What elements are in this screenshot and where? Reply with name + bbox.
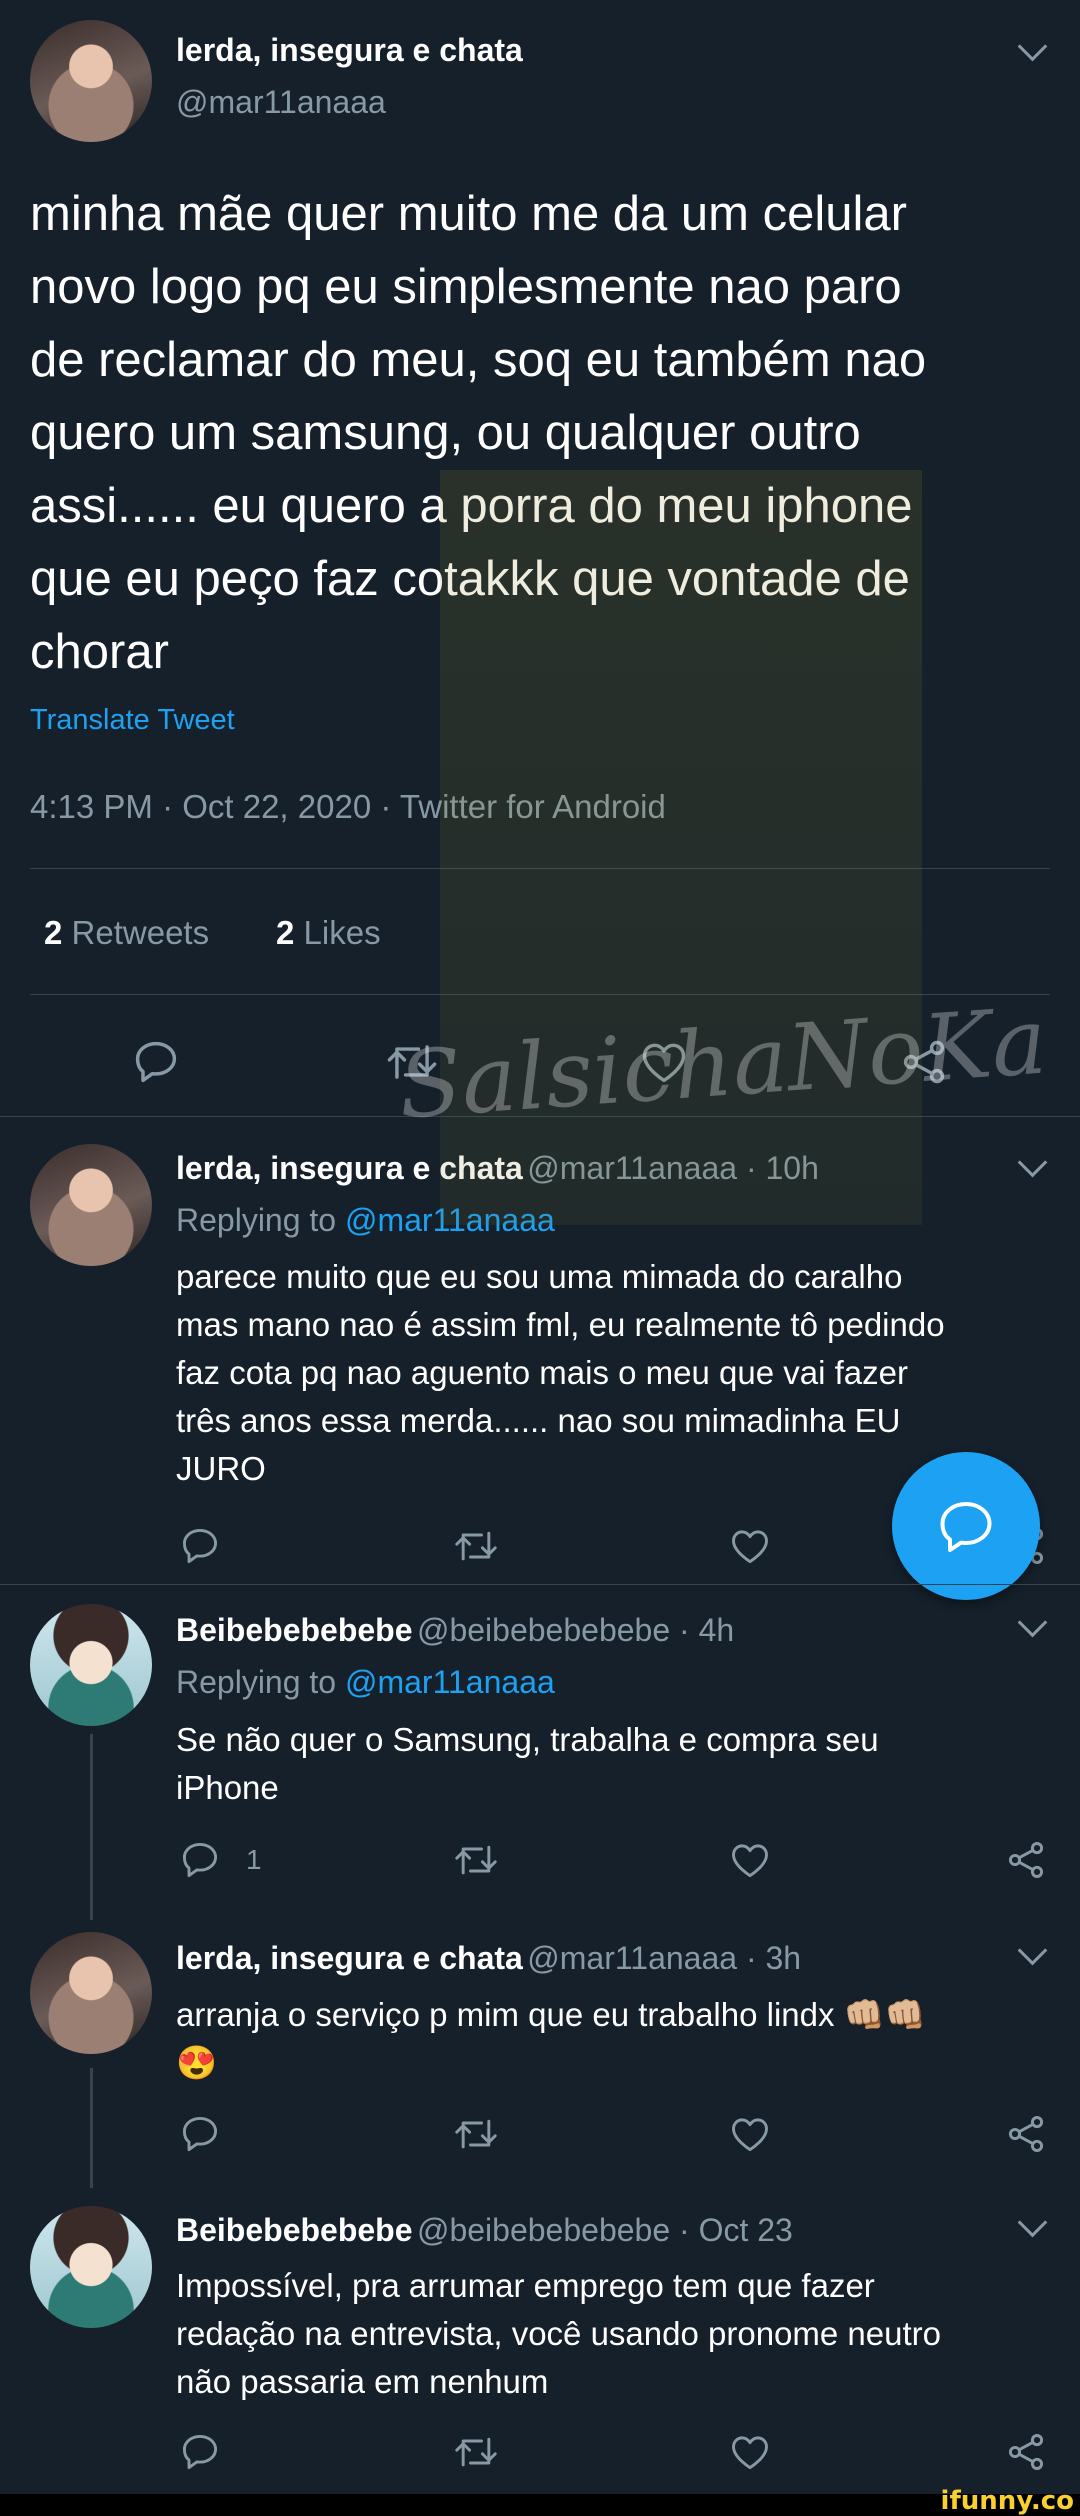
main-tweet-avatar[interactable] [30,20,152,142]
reply-text-line: Se não quer o Samsung, trabalha e compra… [176,1721,879,1758]
main-tweet-handle[interactable]: @mar11anaaa [176,84,386,121]
likes-count: 2 [276,914,295,951]
reply-header: lerda, insegura e chata @mar11anaaa · 3h [176,1940,801,1977]
reply-icon[interactable] [178,1838,222,1882]
replying-to: Replying to @mar11anaaa [176,1664,555,1701]
like-icon[interactable] [728,2430,772,2474]
replying-to-prefix: Replying to [176,1202,337,1238]
main-tweet-text-line: novo logo pq eu simplesmente nao paro [30,260,902,314]
reply-text-line: faz cota pq nao aguento mais o meu que v… [176,1354,908,1391]
reply-icon[interactable] [178,2430,222,2474]
retweet-icon[interactable] [452,1838,500,1882]
chevron-down-icon[interactable] [1017,1607,1048,1638]
reply-display-name[interactable]: lerda, insegura e chata [176,1940,523,1976]
reply-count: 1 [246,1844,262,1875]
share-icon[interactable] [1004,2430,1048,2474]
reply-text: parece muito que eu sou uma mimada do ca… [176,1253,945,1493]
thread-line [90,2068,93,2188]
reply-text-line: não passaria em nenhum [176,2363,549,2400]
reply-bubble-icon [940,1502,992,1552]
retweet-icon[interactable] [452,1524,500,1568]
footer-bar [0,2494,1080,2516]
reply-text: Impossível, pra arrumar emprego tem que … [176,2262,941,2406]
reply-text-line: Impossível, pra arrumar emprego tem que … [176,2267,875,2304]
divider [0,1584,1080,1585]
reply-avatar[interactable] [30,1932,152,2054]
reply-icon[interactable] [130,1036,182,1088]
retweet-icon[interactable] [452,2112,500,2156]
main-tweet-text-line: quero um samsung, ou qualquer outro [30,406,861,460]
reply-header: Beibebebebebe @beibebebebebe · Oct 23 [176,2212,793,2249]
reply-avatar[interactable] [30,2206,152,2328]
reply-display-name[interactable]: Beibebebebebe [176,1612,413,1648]
reply-display-name[interactable]: Beibebebebebe [176,2212,413,2248]
reply-text-line: parece muito que eu sou uma mimada do ca… [176,1258,903,1295]
reply-icon[interactable] [178,1524,222,1568]
chevron-down-icon[interactable] [1017,2207,1048,2238]
reply-handle-time[interactable]: @mar11anaaa · 3h [527,1940,801,1976]
reply-handle-time[interactable]: @beibebebebebe · Oct 23 [417,2212,793,2248]
compose-reply-button[interactable] [892,1452,1040,1600]
share-icon[interactable] [1004,1838,1048,1882]
reply-text-line: JURO [176,1450,266,1487]
replying-to-prefix: Replying to [176,1664,337,1700]
main-tweet-display-name[interactable]: lerda, insegura e chata [176,32,523,69]
reply-text-line: iPhone [176,1769,279,1806]
like-icon[interactable] [728,1524,772,1568]
reply-text: Se não quer o Samsung, trabalha e compra… [176,1716,879,1812]
reply-text: arranja o serviço p mim que eu trabalho … [176,1991,926,2087]
retweets-stat[interactable]: 2 Retweets [44,914,209,952]
reply-avatar[interactable] [30,1604,152,1726]
share-icon[interactable] [1004,2112,1048,2156]
like-icon[interactable] [728,2112,772,2156]
reply-text-line: redação na entrevista, você usando prono… [176,2315,941,2352]
chevron-down-icon[interactable] [1017,1935,1048,1966]
retweets-label: Retweets [71,914,210,951]
main-tweet-text-line: de reclamar do meu, soq eu também nao [30,333,927,387]
reply-text-line: 😍 [176,2044,218,2081]
reply-icon[interactable] [178,2112,222,2156]
translate-tweet-link[interactable]: Translate Tweet [30,704,235,737]
thread-line [90,1734,93,1920]
likes-label: Likes [303,914,381,951]
like-icon[interactable] [728,1838,772,1882]
main-tweet-text-line: minha mãe quer muito me da um celular [30,187,907,241]
retweet-icon[interactable] [452,2430,500,2474]
reply-avatar[interactable] [30,1144,152,1266]
chevron-down-icon[interactable] [1017,1147,1048,1178]
replying-to-handle[interactable]: @mar11anaaa [345,1664,555,1700]
reply-handle-time[interactable]: @beibebebebebe · 4h [417,1612,734,1648]
retweets-count: 2 [44,914,63,951]
ifunny-logo: ifunny.co [940,2486,1074,2516]
reply-header: Beibebebebebe @beibebebebebe · 4h [176,1612,734,1649]
chevron-down-icon[interactable] [1017,31,1048,62]
reply-text-line: três anos essa merda...... nao sou mimad… [176,1402,901,1439]
likes-stat[interactable]: 2 Likes [276,914,381,952]
reply-text-line: mas mano nao é assim fml, eu realmente t… [176,1306,945,1343]
reply-text-line: arranja o serviço p mim que eu trabalho … [176,1996,926,2033]
